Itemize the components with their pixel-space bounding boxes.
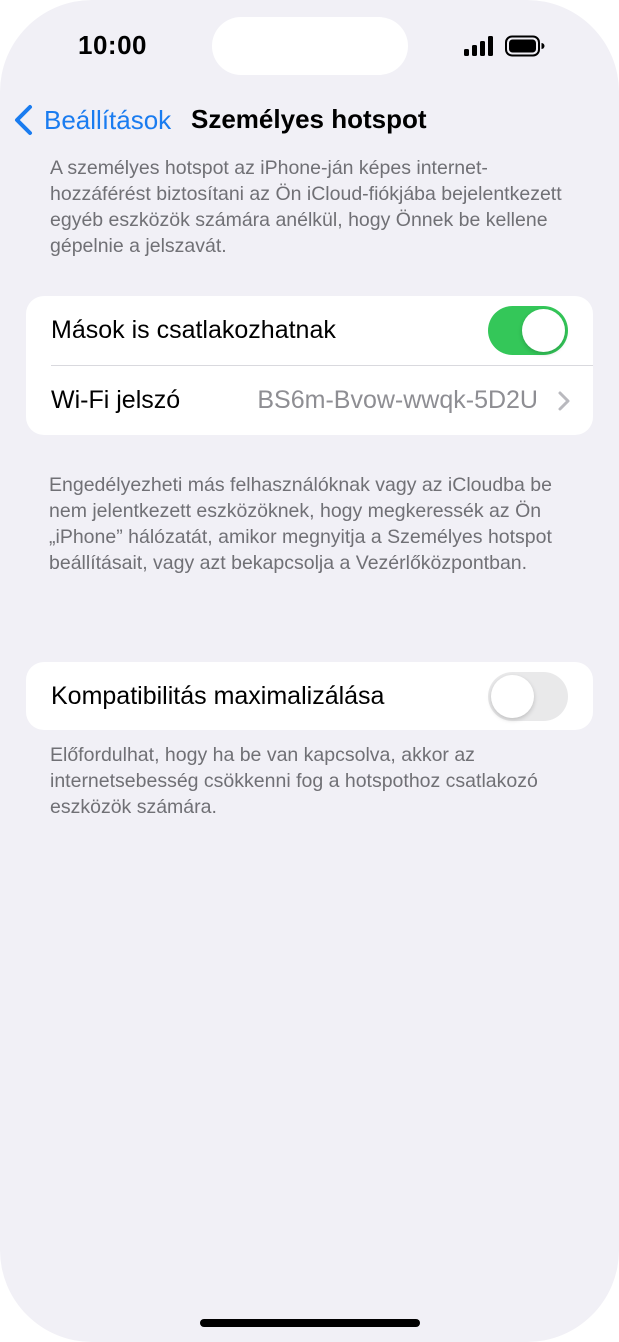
toggle-knob <box>522 309 565 352</box>
back-button[interactable]: Beállítások <box>12 102 171 138</box>
compatibility-settings-group: Kompatibilitás maximalizálása <box>26 662 593 730</box>
allow-others-description: Engedélyezheti más felhasználóknak vagy … <box>49 474 552 574</box>
wifi-password-value: BS6m-Bvow-wwqk-5D2U <box>257 386 538 414</box>
home-indicator[interactable] <box>200 1319 420 1327</box>
phone-screen: 10:00 Beállítások Személyes hotspot A sz… <box>0 0 619 1342</box>
maximize-compatibility-toggle[interactable] <box>488 672 568 721</box>
wifi-password-label: Wi-Fi jelszó <box>51 386 181 414</box>
compatibility-description: Előfordulhat, hogy ha be van kapcsolva, … <box>50 744 538 818</box>
page-title: Személyes hotspot <box>191 104 427 134</box>
hotspot-description: A személyes hotspot az iPhone-ján képes … <box>50 157 562 257</box>
chevron-left-icon <box>15 105 32 135</box>
maximize-compatibility-label: Kompatibilitás maximalizálása <box>51 682 385 710</box>
allow-others-toggle[interactable] <box>488 306 568 355</box>
allow-others-label: Mások is csatlakozhatnak <box>51 316 336 344</box>
battery-icon <box>505 35 545 57</box>
toggle-knob <box>491 675 534 718</box>
dynamic-island <box>212 17 408 75</box>
wifi-password-row[interactable]: Wi-Fi jelszó BS6m-Bvow-wwqk-5D2U <box>26 366 593 435</box>
cellular-signal-icon <box>464 36 493 56</box>
chevron-right-icon <box>558 391 570 410</box>
back-button-label: Beállítások <box>44 104 172 135</box>
maximize-compatibility-row: Kompatibilitás maximalizálása <box>26 662 593 731</box>
status-time: 10:00 <box>78 30 147 60</box>
hotspot-settings-group: Mások is csatlakozhatnak Wi-Fi jelszó BS… <box>26 296 593 435</box>
allow-others-row: Mások is csatlakozhatnak <box>26 296 593 365</box>
